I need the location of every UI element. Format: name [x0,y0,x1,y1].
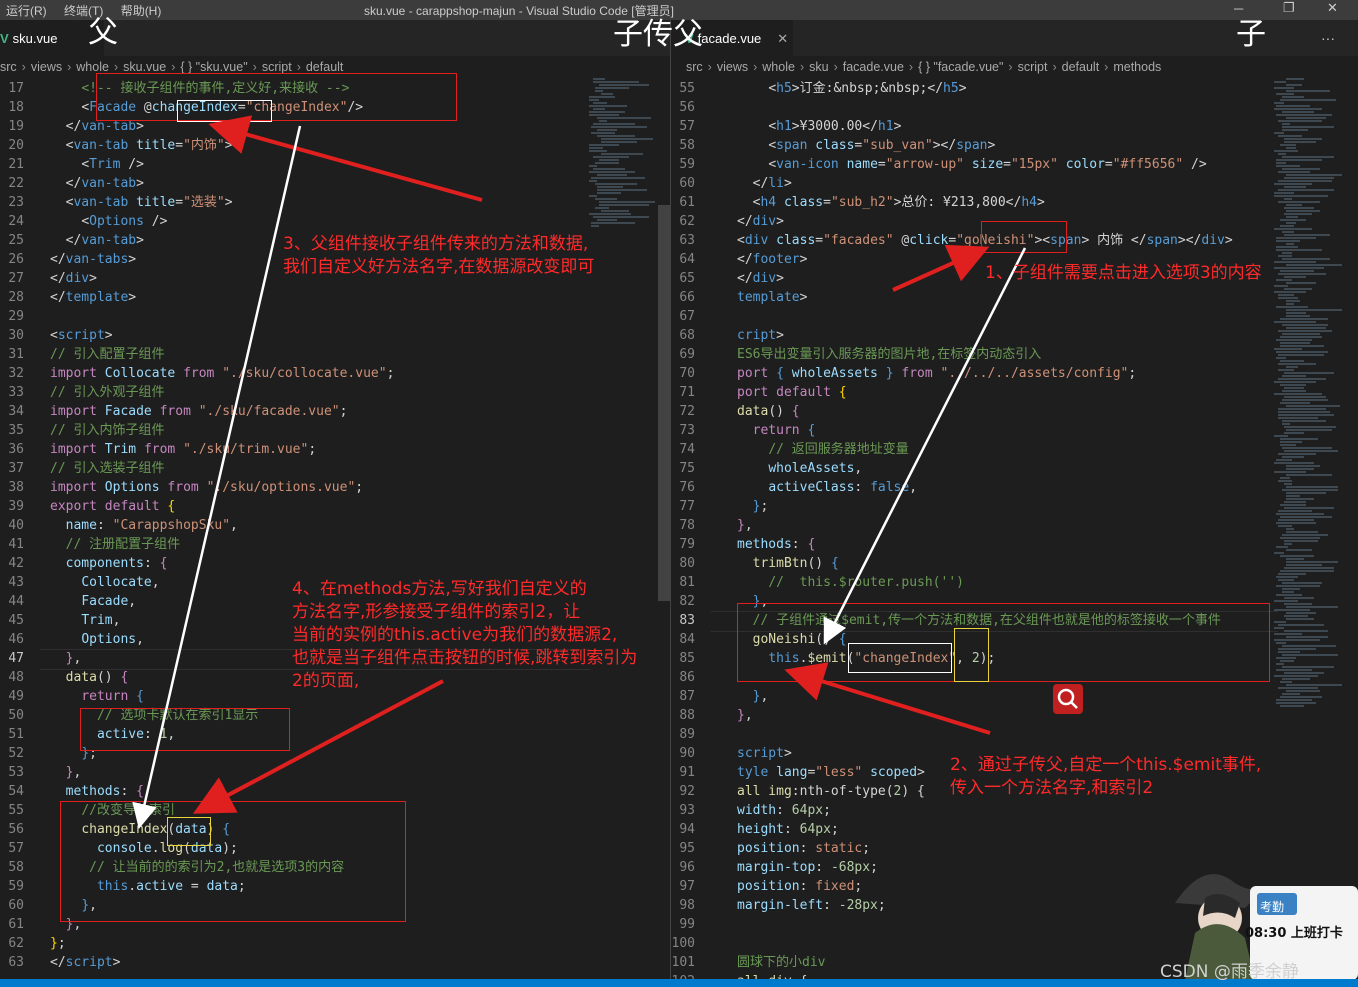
annotation-step-3-line-2: 我们自定义好方法名字,在数据源改变即可 [283,257,595,277]
sticker-caption: 08:30 上班打卡 [1245,926,1343,941]
white-arrow-to-method [132,125,302,829]
search-icon [1057,688,1078,709]
annotation-step-4-line-1: 4、在methods方法,写好我们自定义的 [292,579,587,599]
annotation-step-4: 4、在methods方法,写好我们自定义的 方法名字,形参接受子组件的索引2，让… [292,578,637,693]
annotation-step-2: 2、通过子传父,自定一个this.$emit事件, 传入一个方法名字,和索引2 [950,754,1261,800]
label-child: 子 [1236,17,1266,52]
arrow-3-to-facade [208,115,483,202]
annotation-step-3-line-1: 3、父组件接收子组件传来的方法和数据, [283,234,589,254]
arrow-4-to-method [192,679,444,814]
status-bar [0,979,1358,987]
sticker-title: 考勤 [1260,900,1285,914]
label-child-to-parent: 子传父 [613,17,703,52]
white-arrow-to-emit [823,247,1027,645]
annotation-step-3: 3、父组件接收子组件传来的方法和数据, 我们自定义好方法名字,在数据源改变即可 [283,233,594,279]
annotation-step-4-line-2: 方法名字,形参接受子组件的索引2，让 [292,602,581,622]
arrow-2-to-emit [784,662,991,735]
arrow-overlay [132,115,1027,829]
annotation-step-4-line-5: 2的页面, [292,671,360,691]
annotation-step-2-line-1: 2、通过子传父,自定一个this.$emit事件, [950,755,1262,775]
annotation-step-4-line-3: 当前的实例的this.active为我们的数据源2, [292,625,618,645]
annotation-step-1: 1、子组件需要点击进入选项3的内容 [985,263,1262,283]
label-parent: 父 [88,15,118,50]
search-button[interactable] [1053,684,1083,714]
annotation-step-2-line-2: 传入一个方法名字,和索引2 [950,778,1154,798]
arrow-1-to-goneishi [892,244,990,292]
csdn-watermark: CSDN @雨季余静 [1160,962,1299,982]
annotation-step-4-line-4: 也就是当子组件点击按钮的时候,跳转到索引为 [292,648,638,668]
